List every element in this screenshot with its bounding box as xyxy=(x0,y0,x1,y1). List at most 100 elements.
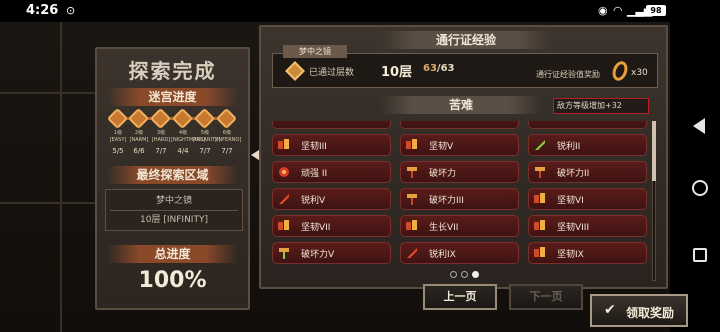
hardship-name: 破坏力V xyxy=(301,250,335,260)
hardship-item-partial xyxy=(400,121,519,129)
cleared-label: 已通过层数 xyxy=(309,68,355,78)
final-zone-name: 梦中之镜 xyxy=(155,196,192,206)
page-dot-active[interactable] xyxy=(472,271,479,278)
hardship-name: 坚韧III xyxy=(301,142,327,152)
hardship-grid[interactable]: 坚韧III 坚韧V 锐利II 顽强 II 破坏力 破坏力II 锐利V 破坏力II… xyxy=(272,121,649,287)
hardship-name: 坚韧V xyxy=(429,142,454,152)
hardship-item-partial xyxy=(528,121,647,129)
hardship-item[interactable]: 坚韧VI xyxy=(528,188,647,210)
stage-marker xyxy=(149,107,172,130)
background-line xyxy=(0,92,95,94)
floor-count: 63/63 xyxy=(423,63,455,74)
hammer-icon xyxy=(407,194,417,205)
prev-page-button[interactable]: 上一页 xyxy=(423,284,497,310)
hardship-name: 破坏力II xyxy=(557,169,590,179)
fire-heart-icon xyxy=(279,167,289,177)
background-line xyxy=(60,22,62,332)
blade-icon xyxy=(407,248,417,258)
stage-count: 7/7 xyxy=(199,147,211,155)
hardship-item[interactable]: 坚韧VIII xyxy=(528,215,647,237)
page-dot[interactable] xyxy=(450,271,457,278)
hardship-item[interactable]: 坚韧IX xyxy=(528,242,647,264)
hardship-item[interactable]: 锐利II xyxy=(528,134,647,156)
blade-icon xyxy=(535,140,545,150)
enemy-level-bonus: 敌方等级增加+32 xyxy=(553,98,649,114)
hardship-item[interactable]: 破坏力V xyxy=(272,242,391,264)
hardship-item[interactable]: 破坏力III xyxy=(400,188,519,210)
hardship-name: 锐利IX xyxy=(429,250,456,260)
maze-progress-ribbon: 迷宫进度 xyxy=(107,88,238,106)
hardship-item[interactable]: 生长VII xyxy=(400,215,519,237)
exploration-summary-panel: 探索完成 迷宫进度 1级[EASY] 2级[NARM] 3级[HARD] 4级[… xyxy=(95,47,250,310)
stage-label: 6级[INFERNO] xyxy=(215,130,242,143)
hardship-name: 坚韧IX xyxy=(557,250,584,260)
hardship-item[interactable]: 坚韧III xyxy=(272,134,391,156)
total-progress-value: 100% xyxy=(138,268,207,293)
floor-gem-icon xyxy=(285,61,305,81)
hardship-item-partial xyxy=(272,121,391,129)
stage-marker xyxy=(127,107,150,130)
wifi-icon: ◠ xyxy=(613,4,623,17)
total-progress-ribbon: 总进度 xyxy=(107,245,238,263)
final-zone-floor: 10层 [INFINITY] xyxy=(140,215,208,225)
final-zone-ribbon: 最终探索区域 xyxy=(107,166,238,184)
hardship-name: 坚韧VIII xyxy=(557,223,590,233)
shield-up-icon xyxy=(534,247,545,257)
stage-marker xyxy=(193,107,216,130)
shield-up-icon xyxy=(406,139,417,149)
hardship-name: 坚韧VI xyxy=(557,196,584,206)
hammer-icon xyxy=(535,167,545,178)
zone-tag: 梦中之镜 xyxy=(283,45,347,58)
floor-count-current: 63 xyxy=(423,63,437,74)
stage-count: 6/6 xyxy=(133,147,145,155)
recent-apps-icon[interactable] xyxy=(693,248,707,262)
exp-reward-label: 通行证经验值奖励 xyxy=(536,70,600,79)
scrollbar-thumb[interactable] xyxy=(652,121,656,181)
stage-marker xyxy=(215,107,238,130)
navigation-bar xyxy=(670,22,720,332)
shield-up-icon xyxy=(406,220,417,230)
page-indicator xyxy=(450,271,482,281)
hardship-item[interactable]: 锐利IX xyxy=(400,242,519,264)
stage-label: 4级[NIGHTMARE] xyxy=(171,130,206,143)
eye-icon: ◉ xyxy=(598,4,608,17)
maze-progress-track: 1级[EASY] 2级[NARM] 3级[HARD] 4级[NIGHTMARE]… xyxy=(106,107,242,171)
stage-count: 7/7 xyxy=(155,147,167,155)
pass-exp-header: 通行证经验 xyxy=(381,31,551,49)
hardship-name: 锐利II xyxy=(557,142,581,152)
claim-reward-button[interactable]: ✔ 领取奖励 xyxy=(590,294,688,327)
status-time: 4:26 xyxy=(26,3,59,18)
pass-summary-box: 梦中之镜 已通过层数 10层 63/63 通行证经验值奖励 x30 xyxy=(272,45,658,88)
final-zone-box: 梦中之镜 10层 [INFINITY] xyxy=(105,189,243,231)
claim-reward-label: 领取奖励 xyxy=(626,306,675,320)
exp-multiplier: x30 xyxy=(631,68,648,78)
background-line xyxy=(0,202,95,204)
hardship-item[interactable]: 锐利V xyxy=(272,188,391,210)
hardship-name: 破坏力 xyxy=(429,169,457,179)
stage-label: 3级[HARD] xyxy=(151,130,171,143)
hardship-item[interactable]: 坚韧VII xyxy=(272,215,391,237)
hardship-item[interactable]: 坚韧V xyxy=(400,134,519,156)
back-icon[interactable] xyxy=(693,118,705,134)
stage-label: 5级[INSANITY] xyxy=(193,130,221,143)
stage-marker xyxy=(106,107,129,130)
next-page-button[interactable]: 下一页 xyxy=(509,284,583,310)
home-icon[interactable] xyxy=(692,180,708,196)
hammer-icon xyxy=(407,167,417,178)
pass-exp-panel: 通行证经验 梦中之镜 已通过层数 10层 63/63 通行证经验值奖励 x30 … xyxy=(259,25,668,289)
shield-up-icon xyxy=(278,139,289,149)
hardship-item[interactable]: 顽强 II xyxy=(272,161,391,183)
hardship-name: 生长VII xyxy=(429,223,459,233)
hardship-item[interactable]: 破坏力II xyxy=(528,161,647,183)
shield-up-icon xyxy=(534,193,545,203)
hardship-item[interactable]: 破坏力 xyxy=(400,161,519,183)
exp-coin-icon xyxy=(610,59,630,83)
floor-count-total: /63 xyxy=(436,63,455,74)
stage-marker xyxy=(171,107,194,130)
page-dot[interactable] xyxy=(461,271,468,278)
stage-label: 2级[NARM] xyxy=(129,130,149,143)
shield-up-icon xyxy=(534,220,545,230)
game-scene: 探索完成 迷宫进度 1级[EASY] 2级[NARM] 3级[HARD] 4级[… xyxy=(0,22,688,332)
battery-icon: 98 xyxy=(646,5,666,16)
checkmark-icon: ✔ xyxy=(604,302,616,318)
